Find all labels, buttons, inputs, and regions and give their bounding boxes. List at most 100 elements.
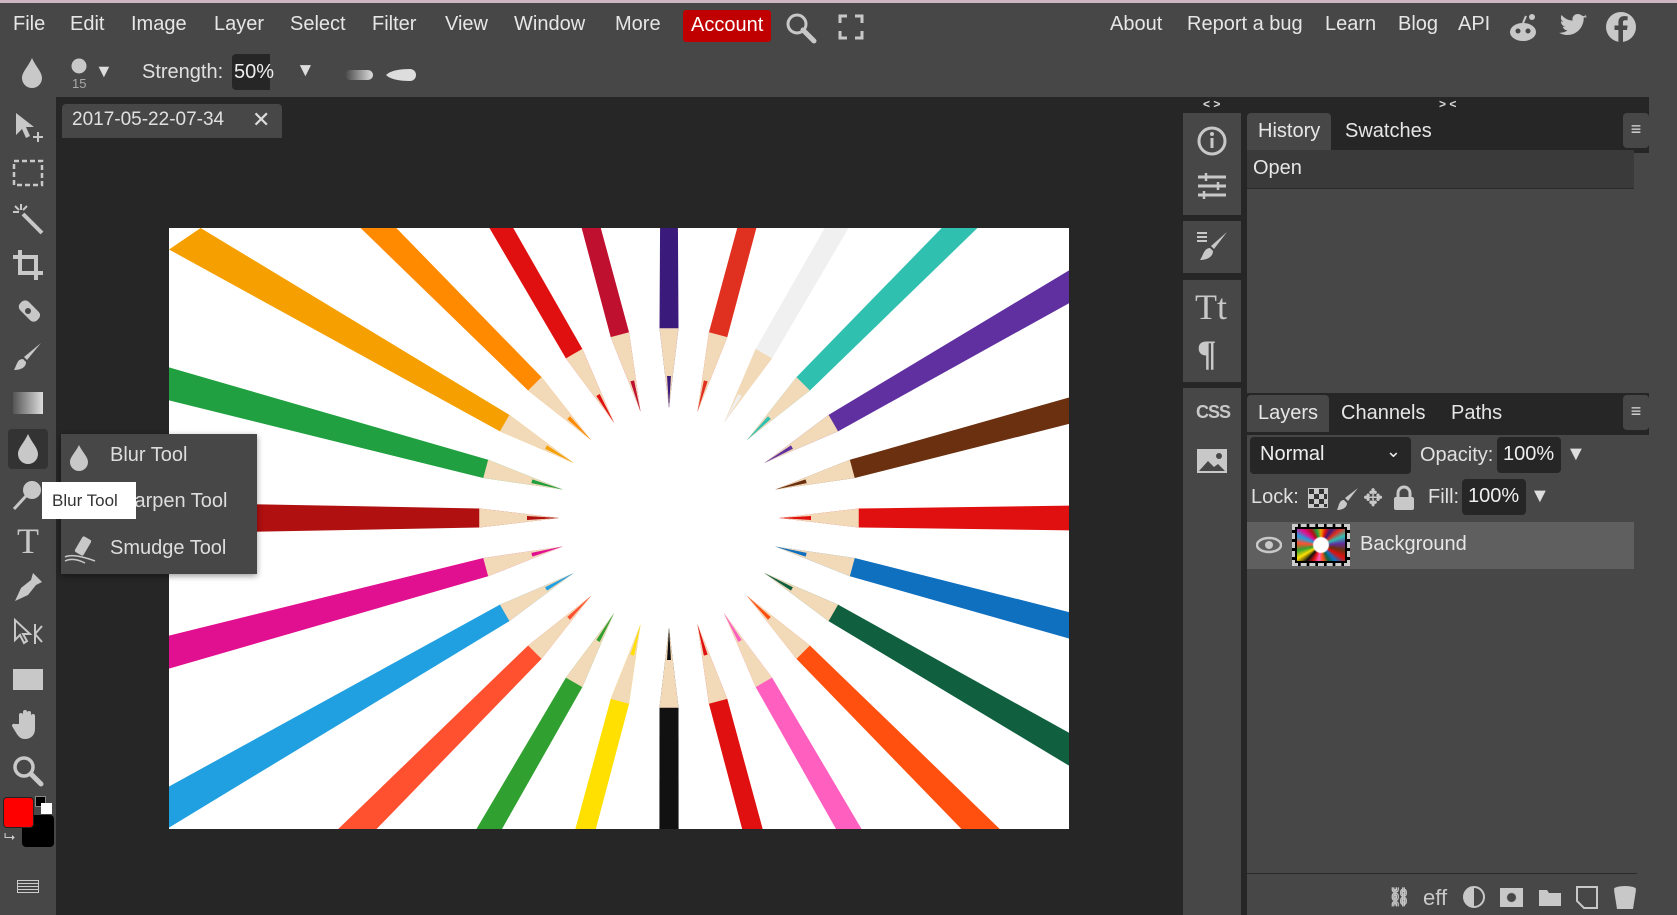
pencil-lead — [746, 595, 771, 620]
trash-icon[interactable] — [1613, 885, 1637, 910]
link-blog[interactable]: Blog — [1398, 13, 1438, 36]
foreground-color-swatch[interactable] — [3, 797, 34, 828]
info-icon[interactable] — [1196, 125, 1228, 157]
soft-brush-icon[interactable] — [345, 70, 373, 80]
icon-group-css: CSS — [1183, 388, 1241, 915]
eye-icon[interactable] — [1256, 536, 1282, 554]
menu-file[interactable]: File — [13, 13, 45, 36]
paragraph-icon[interactable]: ¶ — [1197, 332, 1216, 374]
twitter-icon[interactable] — [1558, 14, 1588, 40]
new-layer-icon[interactable] — [1575, 885, 1599, 910]
tab-paths[interactable]: Paths — [1440, 395, 1513, 432]
brush-settings-icon[interactable] — [1196, 229, 1228, 263]
flyout-blur-tool[interactable]: Blur Tool — [61, 434, 257, 480]
marquee-tool[interactable] — [8, 153, 48, 193]
effects-icon[interactable]: eff — [1423, 885, 1447, 911]
opacity-dropdown-arrow[interactable]: ▼ — [1566, 443, 1586, 466]
fullscreen-icon[interactable] — [838, 14, 864, 40]
menu-view[interactable]: View — [445, 13, 488, 36]
hand-tool[interactable] — [8, 705, 48, 745]
lock-all-icon[interactable] — [1393, 485, 1415, 511]
document-tab[interactable]: 2017-05-22-07-34 ✕ — [62, 104, 282, 138]
link-learn[interactable]: Learn — [1325, 13, 1376, 36]
mask-icon[interactable] — [1500, 888, 1523, 907]
blur-tool[interactable] — [8, 429, 48, 469]
layers-menu-icon[interactable]: ≡ — [1623, 395, 1649, 430]
pencil-tip — [483, 459, 563, 490]
history-item-open[interactable]: Open — [1247, 150, 1634, 189]
blend-mode-value: Normal — [1260, 443, 1325, 465]
strength-dropdown-arrow[interactable]: ▼ — [296, 60, 315, 82]
brush-preview-icon[interactable] — [71, 58, 87, 74]
lock-paint-icon[interactable] — [1337, 487, 1359, 511]
opacity-input[interactable]: 100% — [1497, 437, 1561, 473]
menu-layer[interactable]: Layer — [214, 13, 264, 36]
facebook-icon[interactable] — [1606, 12, 1636, 42]
history-menu-icon[interactable]: ≡ — [1623, 113, 1649, 148]
adjustment-icon[interactable] — [1463, 886, 1485, 908]
menu-bar: File Edit Image Layer Select Filter View… — [0, 3, 1677, 48]
link-api[interactable]: API — [1458, 13, 1490, 36]
pen-tool[interactable] — [8, 567, 48, 607]
lock-transparency-icon[interactable] — [1308, 488, 1328, 508]
account-button[interactable]: Account — [683, 10, 772, 42]
crop-tool[interactable] — [8, 245, 48, 285]
pencil-tip — [775, 546, 855, 577]
collapse-right-icon[interactable]: > < — [1439, 97, 1456, 111]
move-tool[interactable] — [8, 107, 48, 147]
opacity-label: Opacity: — [1420, 444, 1494, 466]
menu-window[interactable]: Window — [514, 13, 585, 36]
character-icon[interactable]: Tt — [1195, 286, 1227, 328]
menu-more[interactable]: More — [615, 13, 661, 36]
image-canvas[interactable] — [169, 228, 1069, 829]
tab-history[interactable]: History — [1247, 113, 1332, 150]
brush-size: 15 — [72, 76, 87, 91]
zoom-tool[interactable] — [8, 751, 48, 791]
gradient-tool[interactable] — [8, 383, 48, 423]
brush-dropdown-arrow[interactable]: ▼ — [95, 61, 113, 82]
default-colors-white — [41, 803, 52, 814]
shape-tool[interactable] — [8, 659, 48, 699]
collapse-left-icon[interactable]: < > — [1203, 97, 1220, 111]
tab-swatches[interactable]: Swatches — [1334, 113, 1443, 150]
layer-row[interactable]: Background — [1247, 522, 1634, 569]
icon-group-info — [1183, 113, 1241, 215]
pencil-lead — [545, 445, 574, 463]
healing-tool[interactable] — [8, 291, 48, 331]
close-icon[interactable]: ✕ — [252, 107, 270, 133]
swap-colors-icon[interactable]: ⮡ — [4, 828, 15, 845]
path-select-tool[interactable] — [8, 613, 48, 653]
reddit-icon[interactable] — [1508, 13, 1538, 43]
menu-image[interactable]: Image — [131, 13, 187, 36]
css-icon[interactable]: CSS — [1196, 402, 1231, 423]
image-icon[interactable] — [1196, 448, 1228, 474]
menu-edit[interactable]: Edit — [70, 13, 104, 36]
tab-layers[interactable]: Layers — [1247, 395, 1330, 432]
strength-input[interactable]: 50% — [232, 54, 274, 90]
menu-filter[interactable]: Filter — [372, 13, 416, 36]
lock-move-icon[interactable]: ✥ — [1363, 484, 1383, 513]
folder-icon[interactable] — [1538, 887, 1562, 907]
menu-select[interactable]: Select — [290, 13, 346, 36]
link-about[interactable]: About — [1110, 13, 1162, 36]
fill-dropdown-arrow[interactable]: ▼ — [1530, 485, 1550, 508]
tab-channels[interactable]: Channels — [1330, 395, 1437, 432]
flyout-smudge-tool[interactable]: Smudge Tool — [61, 527, 257, 573]
link-icon[interactable]: ⛓ — [1388, 887, 1411, 908]
keyboard-icon[interactable] — [17, 880, 39, 893]
flyout-smudge-label: Smudge Tool — [110, 537, 227, 559]
link-report-bug[interactable]: Report a bug — [1187, 13, 1303, 36]
search-icon[interactable] — [785, 12, 817, 44]
blur-drop-icon — [70, 445, 88, 471]
type-tool[interactable]: T — [8, 521, 48, 561]
blend-mode-select[interactable]: Normal ⌄ — [1250, 437, 1411, 474]
adjustments-icon[interactable] — [1196, 173, 1228, 199]
fill-input[interactable]: 100% — [1462, 479, 1526, 515]
tool-options-bar: 15 ▼ Strength: 50% ▼ — [0, 48, 1180, 97]
pencil-tip — [697, 332, 728, 412]
pencil-photo — [169, 228, 1069, 829]
hard-brush-icon[interactable] — [384, 68, 416, 82]
brush-tool[interactable] — [8, 337, 48, 377]
magic-wand-tool[interactable] — [8, 199, 48, 239]
layers-footer-toolbar: ⛓ eff — [1385, 885, 1645, 911]
